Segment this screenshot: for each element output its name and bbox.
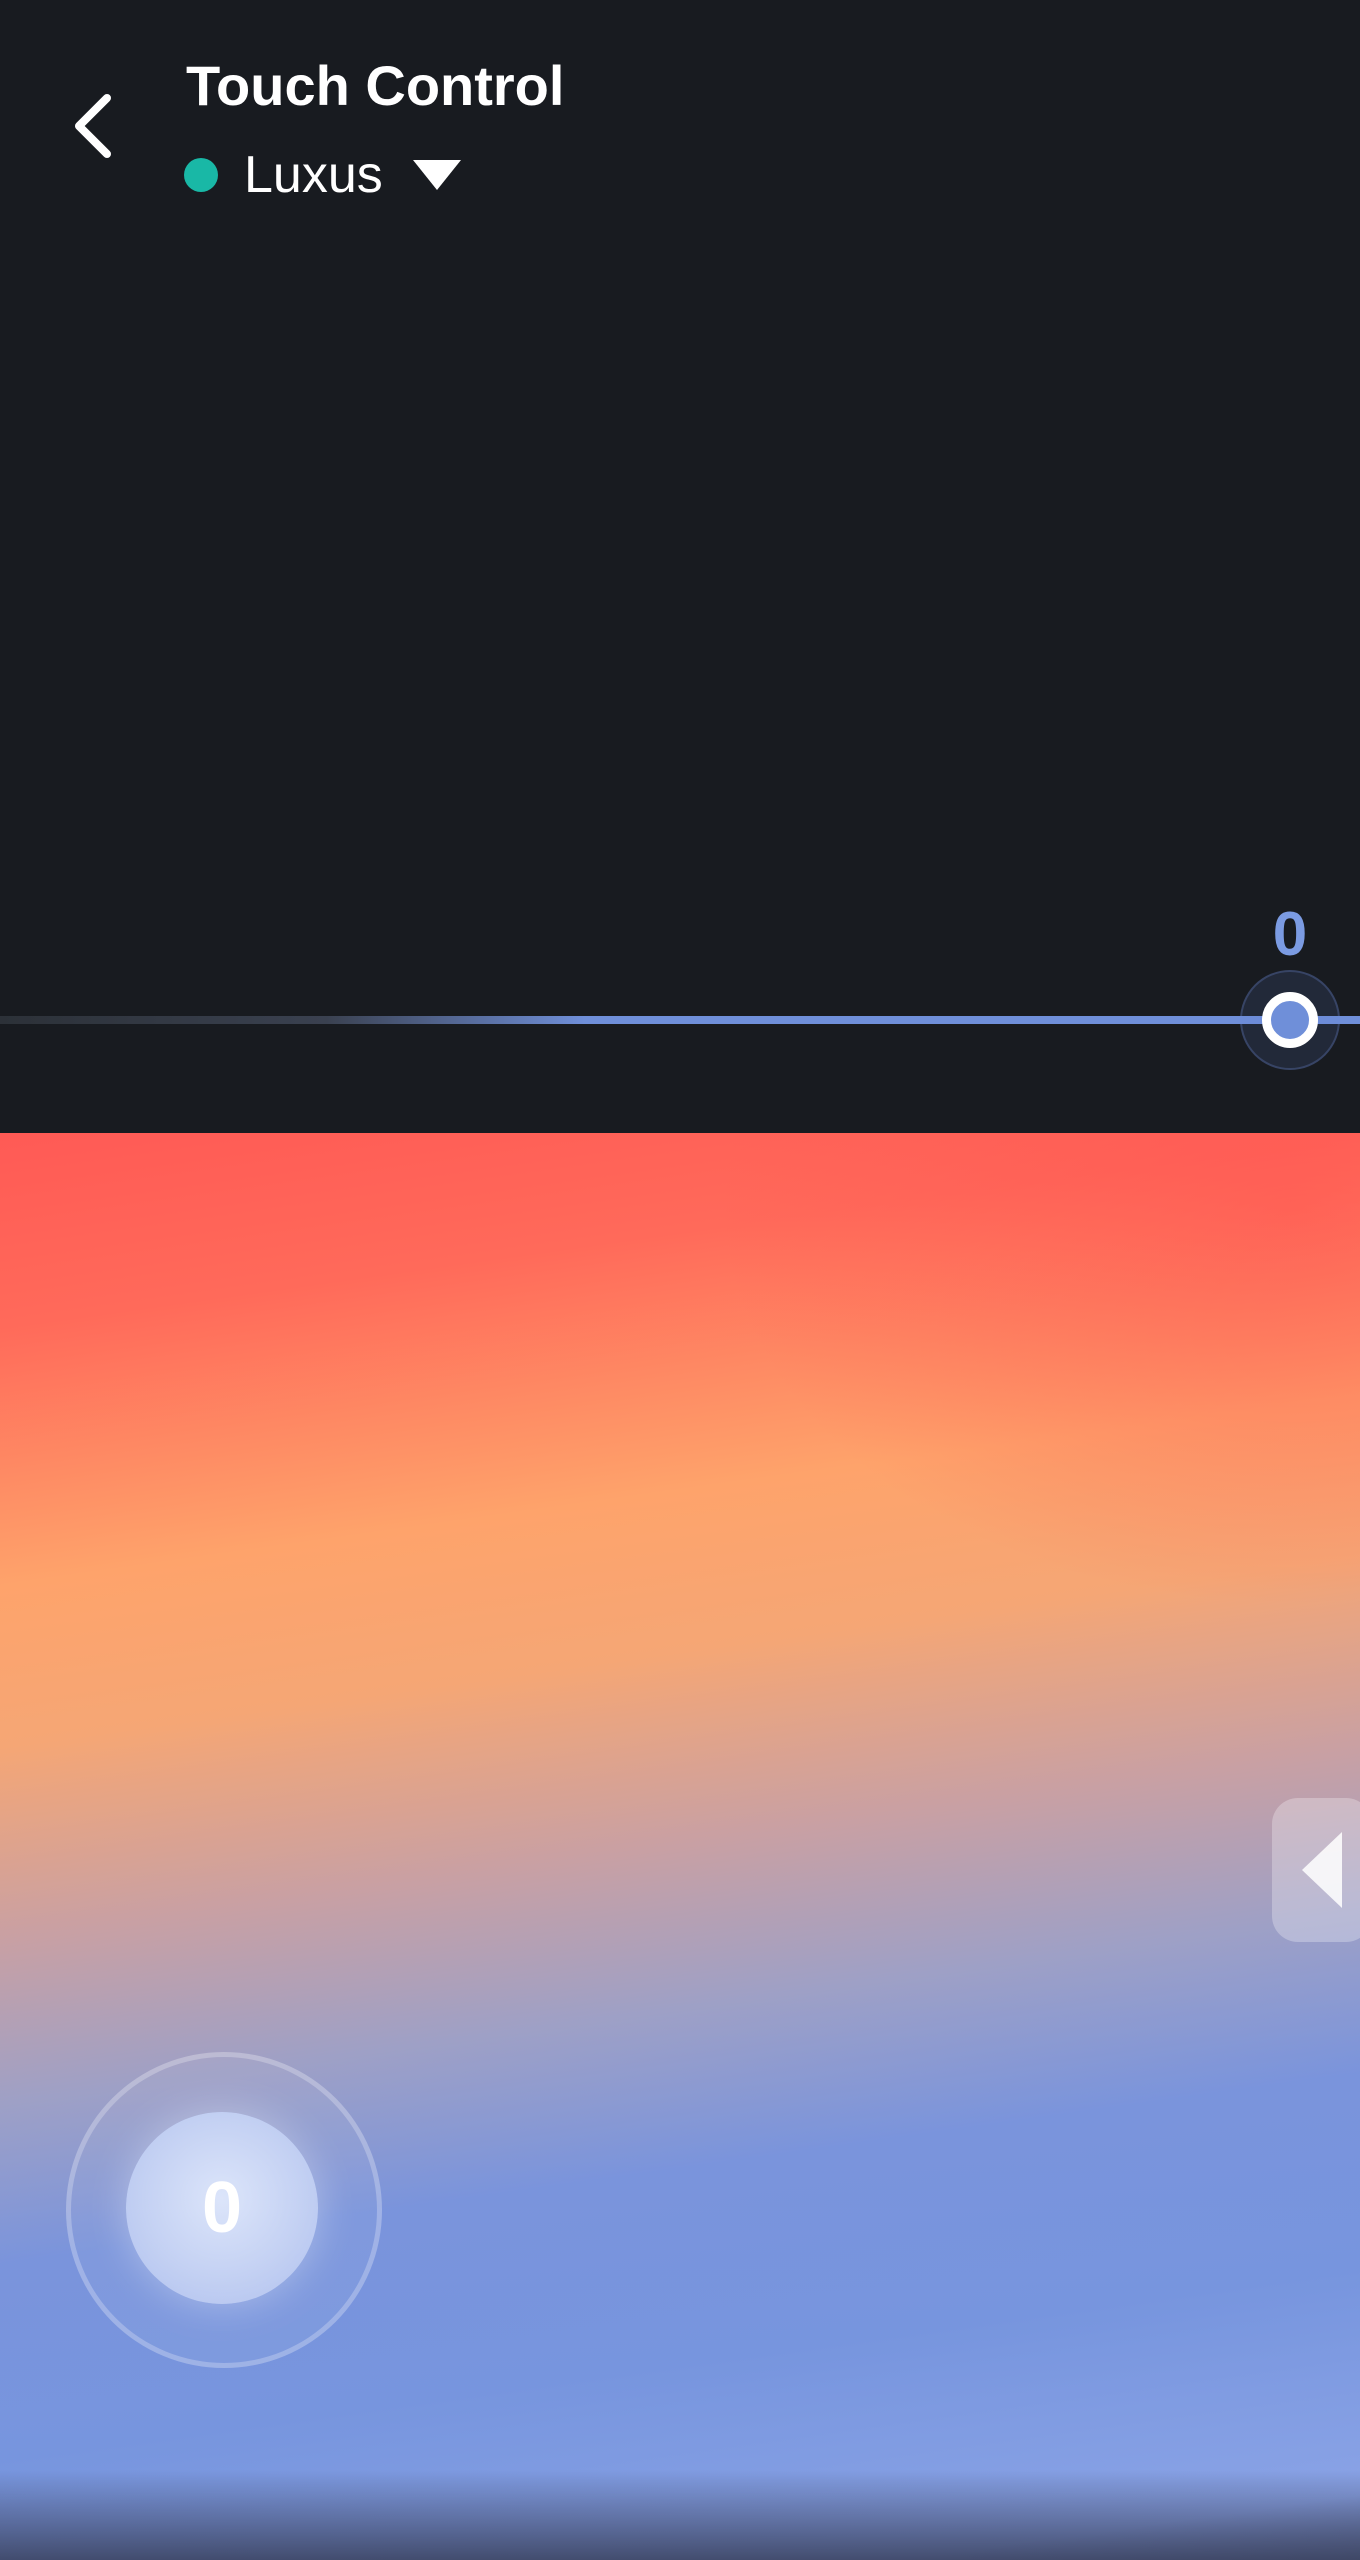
triangle-left-icon (1302, 1832, 1342, 1908)
back-button[interactable] (48, 78, 138, 174)
joystick-value: 0 (201, 2168, 243, 2248)
intensity-slider-track[interactable] (0, 1016, 1360, 1024)
joystick-knob[interactable]: 0 (126, 2112, 318, 2304)
connection-status-dot (184, 158, 218, 192)
intensity-slider-thumb[interactable] (1262, 992, 1318, 1048)
touch-control-screen: Touch Control Luxus 0 0 (0, 0, 1360, 2560)
side-panel-toggle-button[interactable] (1272, 1798, 1360, 1942)
page-title: Touch Control (186, 54, 565, 117)
slider-value: 0 (1272, 900, 1308, 969)
top-area: Touch Control Luxus 0 (0, 0, 1360, 1133)
triangle-down-icon (412, 160, 461, 190)
chevron-left-icon (75, 94, 111, 158)
device-selector[interactable]: Luxus (184, 140, 461, 210)
device-name: Luxus (244, 146, 383, 204)
